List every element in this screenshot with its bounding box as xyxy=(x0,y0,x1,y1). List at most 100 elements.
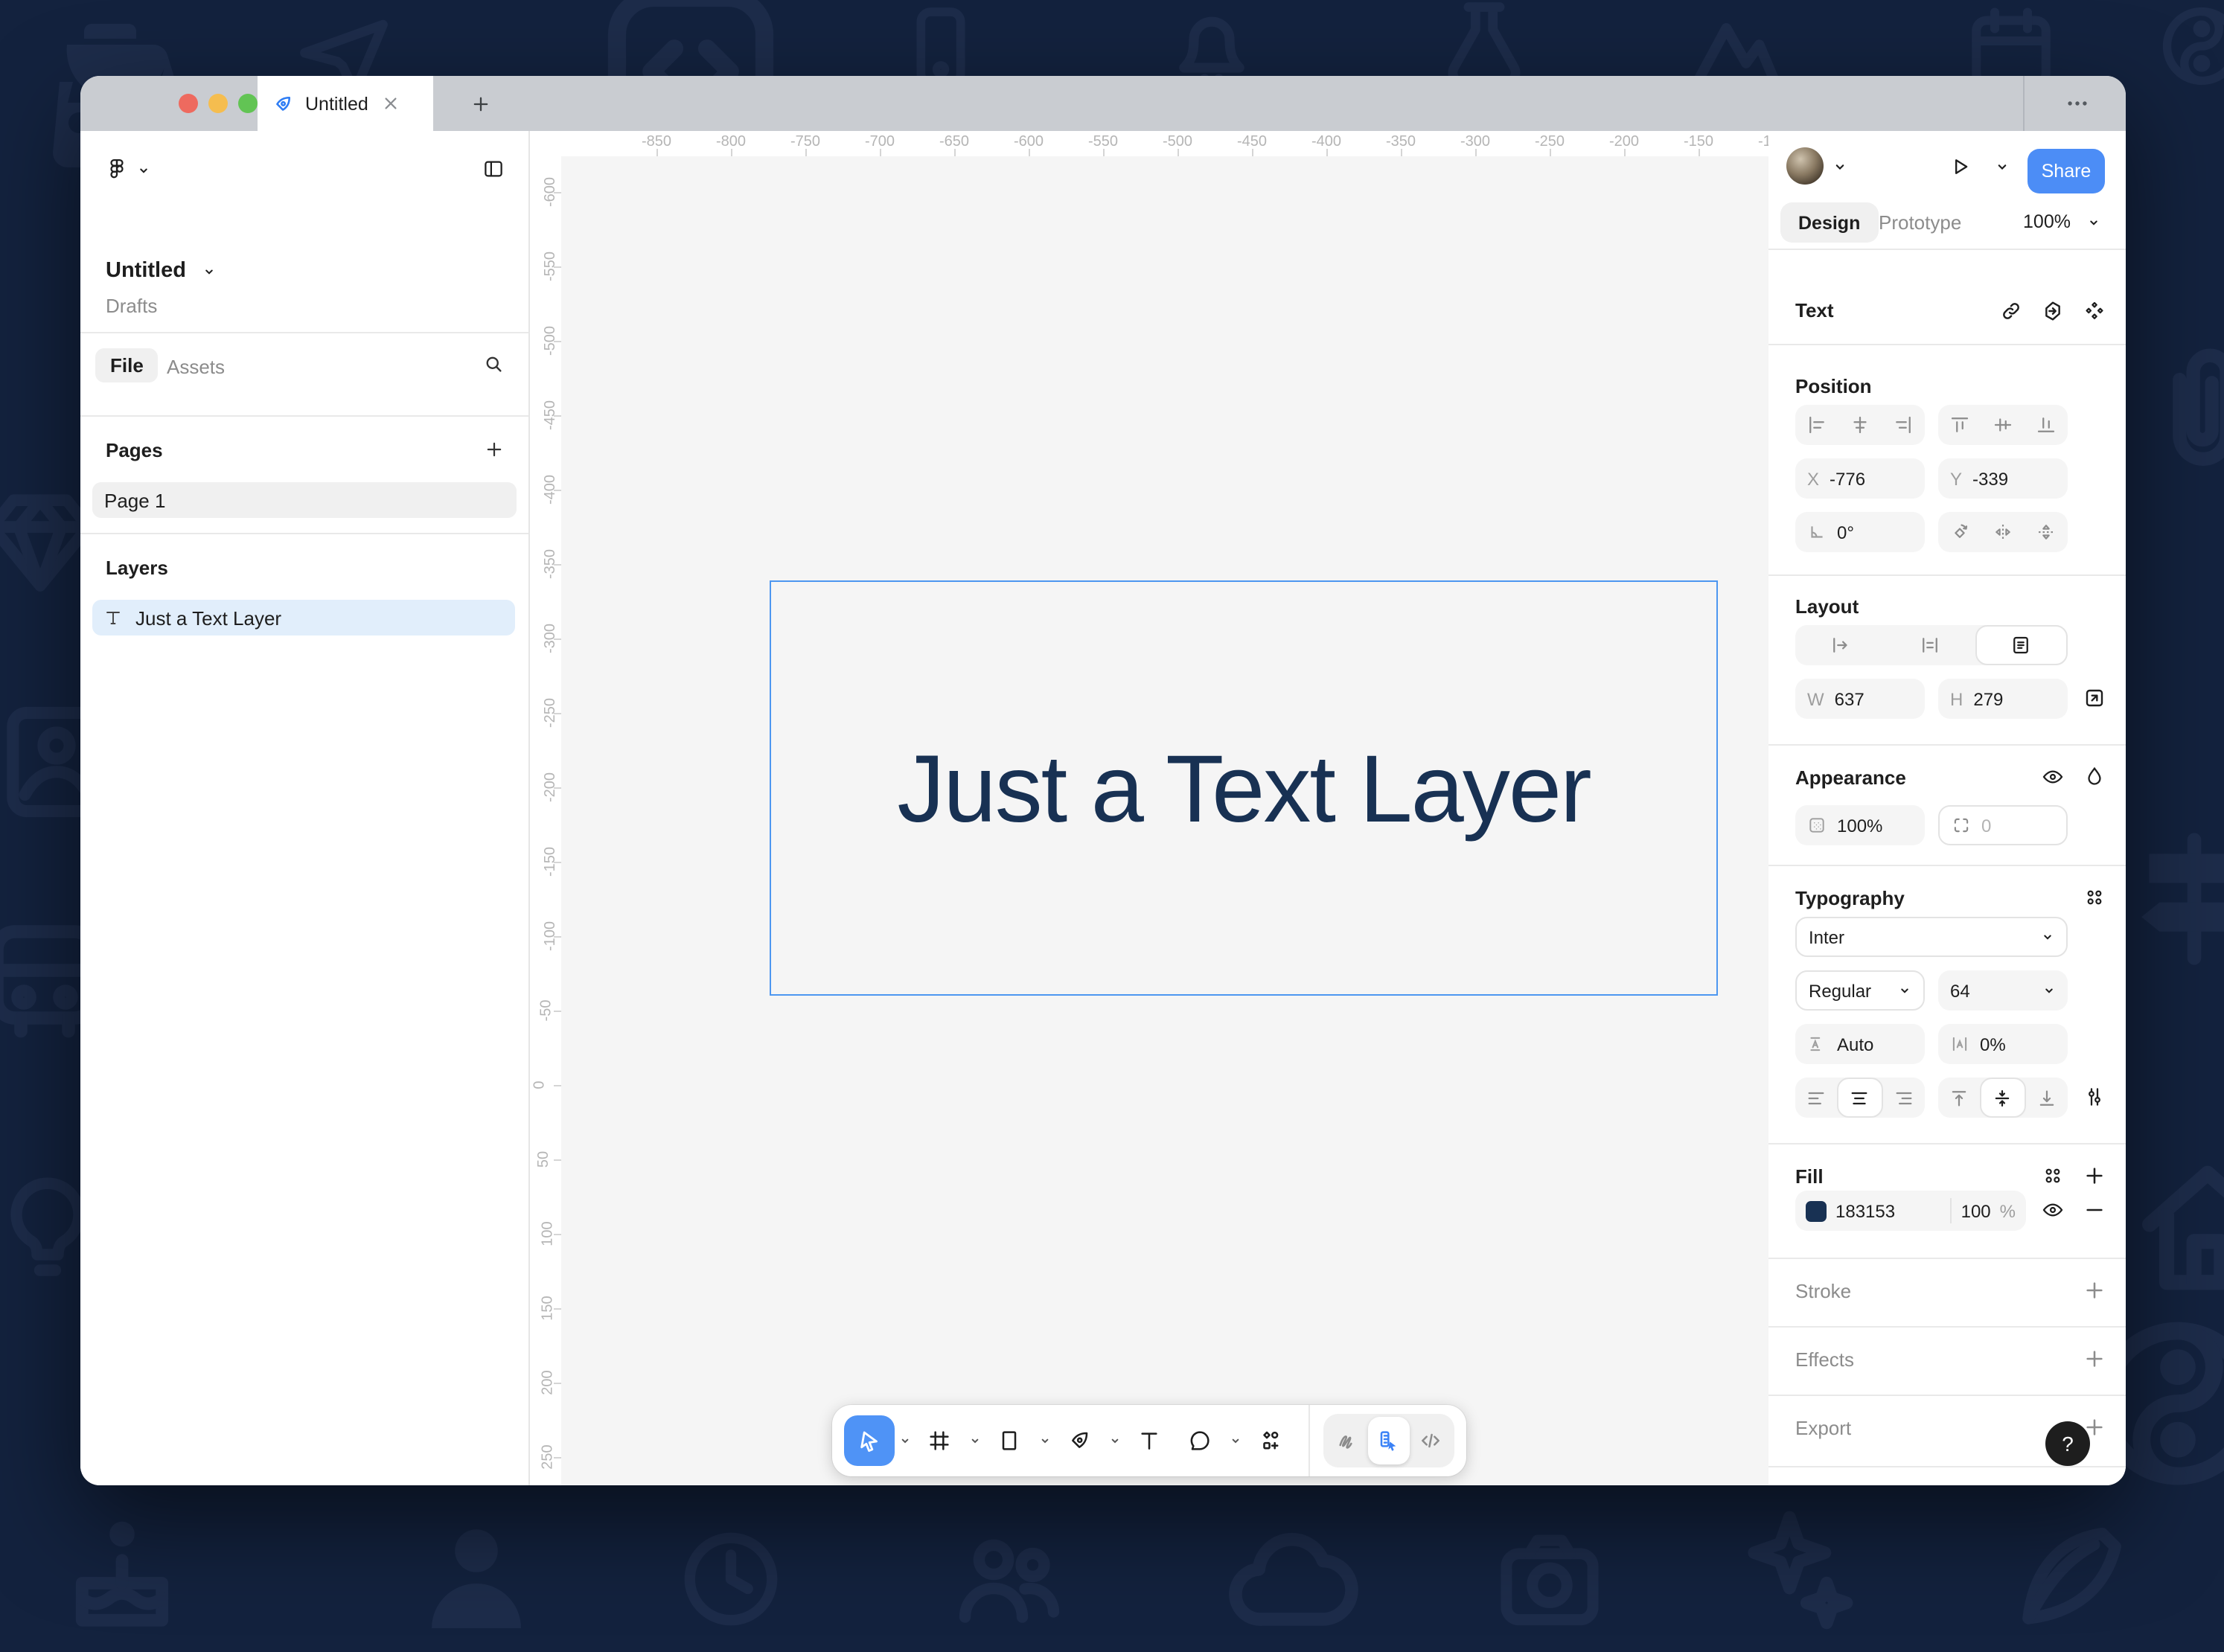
auto-layout-button[interactable] xyxy=(1885,625,1975,665)
fill-opacity-value[interactable]: 100 xyxy=(1961,1200,1991,1221)
frame-tool-button[interactable] xyxy=(914,1415,965,1466)
traffic-close-button[interactable] xyxy=(179,94,198,113)
traffic-zoom-button[interactable] xyxy=(238,94,258,113)
rotate-button[interactable] xyxy=(1938,512,1981,552)
fill-swatch[interactable] xyxy=(1806,1200,1827,1221)
tab-prototype[interactable]: Prototype xyxy=(1879,211,1961,234)
fill-color-row[interactable]: 183153 100 % xyxy=(1795,1191,2026,1231)
corner-radius-field[interactable]: 0 xyxy=(1938,805,2068,845)
y-position-field[interactable]: Y -339 xyxy=(1938,458,2068,499)
text-valign-middle-button[interactable] xyxy=(1981,1078,2026,1118)
pen-tool-button[interactable] xyxy=(1054,1415,1105,1466)
move-tool-menu[interactable] xyxy=(895,1415,914,1466)
pen-tool-menu[interactable] xyxy=(1105,1415,1124,1466)
window-menu-button[interactable] xyxy=(2045,76,2108,131)
toggle-sidebar-icon[interactable] xyxy=(482,158,505,180)
tab-file[interactable]: File xyxy=(95,348,159,382)
shape-tool-menu[interactable] xyxy=(1035,1415,1054,1466)
fill-visibility-eye-icon[interactable] xyxy=(2041,1198,2065,1222)
opacity-field[interactable]: 100% xyxy=(1795,805,1925,845)
letter-spacing-field[interactable]: 0% xyxy=(1938,1024,2068,1064)
text-layout-button[interactable] xyxy=(1975,625,2068,665)
add-stroke-icon[interactable] xyxy=(2083,1278,2106,1302)
frame-tool-menu[interactable] xyxy=(965,1415,984,1466)
tab-untitled[interactable]: Untitled xyxy=(258,76,433,131)
selected-text-layer[interactable]: Just a Text Layer xyxy=(770,580,1718,996)
add-effect-icon[interactable] xyxy=(2083,1347,2106,1371)
chevron-down-icon[interactable] xyxy=(202,265,216,278)
move-tool-button[interactable] xyxy=(844,1415,895,1466)
copy-link-icon[interactable] xyxy=(1999,299,2023,323)
new-tab-button[interactable] xyxy=(454,76,508,131)
fill-hex-value[interactable]: 183153 xyxy=(1835,1200,1895,1221)
styles-icon[interactable] xyxy=(2083,299,2106,323)
dev-mode-icon xyxy=(1377,1429,1401,1453)
flip-vertical-button[interactable] xyxy=(2025,512,2068,552)
dev-mode-button[interactable] xyxy=(1368,1417,1410,1464)
type-settings-icon[interactable] xyxy=(2083,1085,2106,1109)
present-button[interactable] xyxy=(1950,156,1971,177)
chevron-down-icon[interactable] xyxy=(1832,159,1847,174)
font-family-select[interactable]: Inter xyxy=(1795,917,2068,957)
figma-logo-icon[interactable] xyxy=(106,158,128,180)
rotation-field[interactable]: 0° xyxy=(1795,512,1925,552)
align-h-center-button[interactable] xyxy=(1838,405,1882,445)
canvas[interactable]: Just a Text Layer -850-800-750-700-650-6… xyxy=(530,131,1768,1485)
visibility-eye-icon[interactable] xyxy=(2041,765,2065,789)
text-valign-top-button[interactable] xyxy=(1938,1078,1981,1118)
font-size-field[interactable]: 64 xyxy=(1938,970,2068,1011)
create-component-icon[interactable] xyxy=(2041,299,2065,323)
width-field[interactable]: W 637 xyxy=(1795,679,1925,719)
file-name[interactable]: Untitled xyxy=(106,259,186,283)
present-menu-chevron-icon[interactable] xyxy=(1995,159,2010,174)
tab-design[interactable]: Design xyxy=(1780,202,1878,243)
traffic-minimize-button[interactable] xyxy=(208,94,228,113)
align-right-button[interactable] xyxy=(1882,405,1925,445)
x-position-field[interactable]: X -776 xyxy=(1795,458,1925,499)
zoom-menu-chevron-icon[interactable] xyxy=(2087,216,2100,229)
help-button[interactable]: ? xyxy=(2045,1421,2090,1466)
comment-tool-button[interactable] xyxy=(1175,1415,1225,1466)
layer-item[interactable]: Just a Text Layer xyxy=(92,600,515,635)
font-weight-select[interactable]: Regular xyxy=(1795,970,1925,1011)
comment-tool-menu[interactable] xyxy=(1225,1415,1244,1466)
fill-styles-icon[interactable] xyxy=(2041,1164,2065,1188)
page-item[interactable]: Page 1 xyxy=(92,482,517,518)
text-tool-button[interactable] xyxy=(1124,1415,1175,1466)
h-label: H xyxy=(1950,688,1963,709)
ruler-top-label: -100 xyxy=(1758,134,1768,150)
h-value: 279 xyxy=(1973,688,2003,709)
text-align-center-button[interactable] xyxy=(1838,1078,1883,1118)
shape-tool-button[interactable] xyxy=(984,1415,1035,1466)
resize-to-fit-icon[interactable] xyxy=(2083,686,2106,710)
add-fill-icon[interactable] xyxy=(2083,1164,2106,1188)
flip-horizontal-button[interactable] xyxy=(1981,512,2025,552)
ruler-tick xyxy=(1475,149,1477,156)
text-align-left-button[interactable] xyxy=(1795,1078,1838,1118)
align-left-button[interactable] xyxy=(1795,405,1838,445)
type-styles-icon[interactable] xyxy=(2083,886,2106,909)
align-bottom-button[interactable] xyxy=(2025,405,2068,445)
blend-drop-icon[interactable] xyxy=(2083,765,2106,789)
align-top-button[interactable] xyxy=(1938,405,1981,445)
actions-button[interactable] xyxy=(1244,1415,1295,1466)
height-field[interactable]: H 279 xyxy=(1938,679,2068,719)
share-button[interactable]: Share xyxy=(2028,149,2105,193)
align-v-center-button[interactable] xyxy=(1981,405,2025,445)
tab-assets[interactable]: Assets xyxy=(167,356,225,378)
text-valign-bottom-button[interactable] xyxy=(2025,1078,2068,1118)
zoom-level[interactable]: 100% xyxy=(2023,211,2071,232)
draw-mode-button[interactable] xyxy=(1326,1417,1368,1464)
chevron-down-icon[interactable] xyxy=(137,164,150,177)
line-height-field[interactable]: Auto xyxy=(1795,1024,1925,1064)
file-location[interactable]: Drafts xyxy=(106,295,157,317)
text-align-right-button[interactable] xyxy=(1882,1078,1925,1118)
remove-fill-icon[interactable] xyxy=(2083,1198,2106,1222)
close-tab-icon[interactable] xyxy=(383,95,400,112)
hug-contents-button[interactable] xyxy=(1795,625,1885,665)
avatar[interactable] xyxy=(1786,147,1824,185)
add-page-icon[interactable] xyxy=(484,439,505,460)
chevron-down-icon[interactable] xyxy=(2042,984,2056,997)
code-mode-button[interactable] xyxy=(1410,1417,1451,1464)
search-icon[interactable] xyxy=(482,353,505,375)
